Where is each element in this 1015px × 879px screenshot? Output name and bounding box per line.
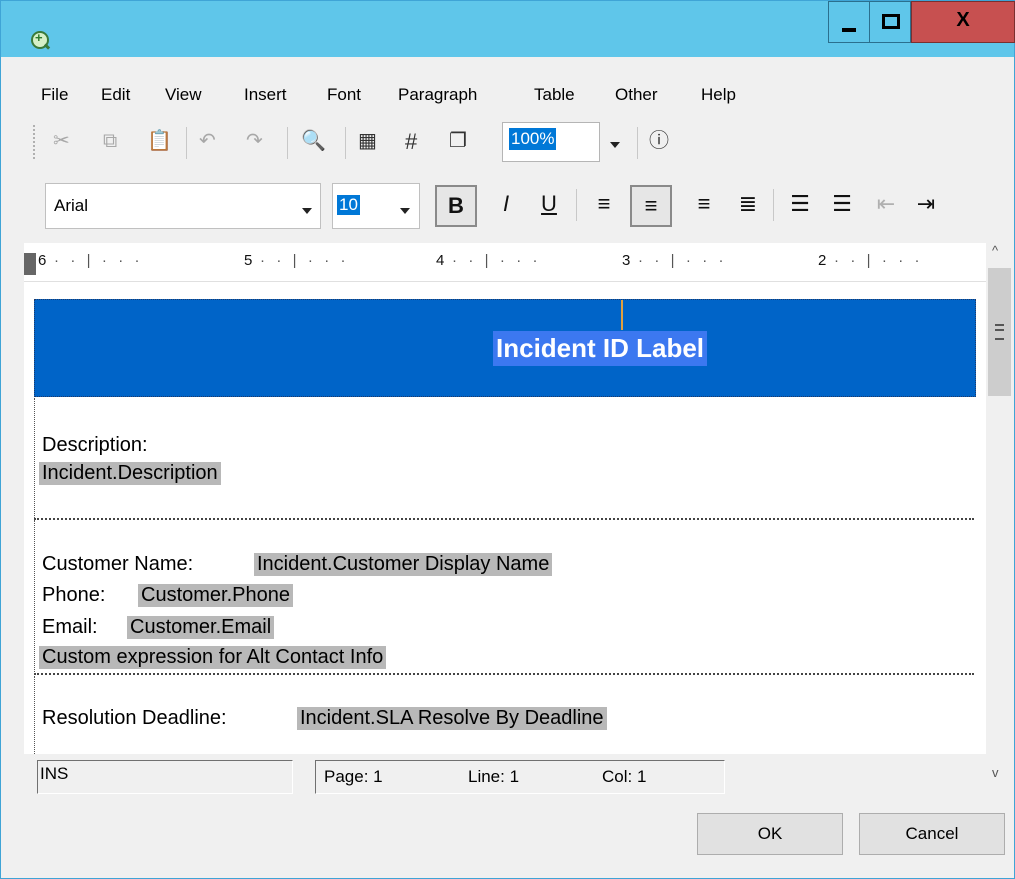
toolbar-separator [637,127,638,159]
copy-icon[interactable]: ⧉ [103,131,117,151]
resolution-label: Resolution Deadline: [42,707,227,729]
print-preview-icon[interactable]: 🔍 [301,131,326,151]
mode-text: INS [40,764,69,783]
toolbar-grip[interactable] [33,125,37,159]
ruler-ticks: · · | · · · [834,252,921,269]
toolbar-separator [345,127,346,159]
page-icon[interactable]: ❐ [449,131,467,151]
incident-id-label[interactable]: Incident ID Label [493,331,708,366]
zoom-value: 100% [509,128,557,150]
decrease-indent-icon[interactable]: ⇤ [867,185,905,223]
maximize-button[interactable] [869,1,911,43]
toolbar-separator [186,127,187,159]
paste-icon[interactable]: 📋 [147,131,172,151]
customer-name-field[interactable]: Incident.Customer Display Name [254,553,553,576]
maximize-icon [882,14,900,29]
scroll-thumb[interactable] [988,268,1011,396]
menu-font[interactable]: Font [327,85,361,105]
close-icon: X [956,9,970,31]
undo-icon[interactable]: ↶ [199,131,216,151]
align-right-icon[interactable]: ≡ [685,185,723,223]
page-text: Page: 1 [324,767,383,786]
text-cursor [621,300,623,330]
phone-field[interactable]: Customer.Phone [138,584,293,607]
hash-icon[interactable]: # [405,131,417,153]
mode-indicator: INS [37,760,293,794]
line-text: Line: 1 [468,767,520,786]
menu-view[interactable]: View [165,85,202,105]
toolbar-separator [773,189,774,221]
description-label: Description: [42,434,148,456]
ruler-label: 6 [38,252,48,269]
scroll-down-icon[interactable]: v [992,765,999,780]
scroll-up-icon[interactable]: ^ [992,243,998,258]
vertical-scrollbar[interactable]: ^ v [986,233,1013,795]
menu-help[interactable]: Help [701,85,736,105]
justify-icon[interactable]: ≣ [729,185,767,223]
toolbar-separator [576,189,577,221]
zoom-dropdown-arrow[interactable] [610,142,620,148]
cut-icon[interactable]: ✂ [53,131,70,151]
ok-button[interactable]: OK [697,813,843,855]
font-size-dropdown-arrow[interactable] [400,208,410,214]
align-left-icon[interactable]: ≡ [585,185,623,223]
redo-icon[interactable]: ↷ [246,131,263,151]
font-size-combo[interactable]: 10 [332,183,420,229]
ruler-indent-marker[interactable] [24,253,36,275]
section-divider [34,673,974,675]
ruler[interactable]: 6 · · | · · · 5 · · | · · · 4 · · | · · … [24,243,986,282]
calculator-icon[interactable]: ▦ [358,131,377,151]
alt-contact-field[interactable]: Custom expression for Alt Contact Info [39,646,387,669]
cancel-button[interactable]: Cancel [859,813,1005,855]
font-name-value: Arial [54,196,89,215]
status-bar: INS Page: 1 Line: 1 Col: 1 [24,757,986,795]
menu-file[interactable]: File [41,85,68,105]
minimize-icon [842,28,856,32]
ruler-ticks: · · | · · · [260,252,347,269]
menu-table[interactable]: Table [534,85,575,105]
close-button[interactable]: X [911,1,1015,43]
ruler-ticks: · · | · · · [54,252,141,269]
zoom-in-icon: + [31,30,49,49]
title-bar[interactable]: + X [1,1,1015,57]
toolbar-separator [287,127,288,159]
underline-button[interactable]: U [530,185,568,223]
col-text: Col: 1 [602,767,647,786]
document-area[interactable]: Incident ID Label Description: Incident.… [24,282,986,754]
font-size-value: 10 [337,195,360,215]
menu-paragraph[interactable]: Paragraph [398,85,477,105]
editor-window: + X File Edit View Insert Font Paragraph… [0,0,1015,879]
numbered-list-icon[interactable]: ☰ [781,185,819,223]
minimize-button[interactable] [828,1,870,43]
ruler-ticks: · · | · · · [638,252,725,269]
email-field[interactable]: Customer.Email [127,616,275,639]
menu-edit[interactable]: Edit [101,85,130,105]
customer-name-label: Customer Name: [42,553,194,575]
ruler-label: 2 [818,252,828,269]
italic-button[interactable]: I [487,185,525,223]
email-label: Email: [42,616,98,638]
menu-bar: File Edit View Insert Font Paragraph Tab… [1,79,1014,109]
description-field[interactable]: Incident.Description [39,462,221,485]
scroll-grip-icon [995,324,1004,340]
zoom-combo[interactable]: 100% [502,122,600,162]
bold-button[interactable]: B [435,185,477,227]
font-name-combo[interactable]: Arial [45,183,321,229]
header-banner[interactable]: Incident ID Label [34,299,976,397]
menu-insert[interactable]: Insert [244,85,287,105]
help-icon[interactable]: ⓘ [649,131,669,151]
ruler-label: 4 [436,252,446,269]
bullet-list-icon[interactable]: ☰ [823,185,861,223]
font-name-dropdown-arrow[interactable] [302,208,312,214]
ruler-label: 5 [244,252,254,269]
phone-label: Phone: [42,584,106,606]
ruler-ticks: · · | · · · [452,252,539,269]
increase-indent-icon[interactable]: ⇥ [907,185,945,223]
description-section [34,398,975,518]
resolution-field[interactable]: Incident.SLA Resolve By Deadline [297,707,607,730]
menu-other[interactable]: Other [615,85,658,105]
ruler-label: 3 [622,252,632,269]
align-center-icon[interactable]: ≡ [630,185,672,227]
position-indicator: Page: 1 Line: 1 Col: 1 [315,760,725,794]
